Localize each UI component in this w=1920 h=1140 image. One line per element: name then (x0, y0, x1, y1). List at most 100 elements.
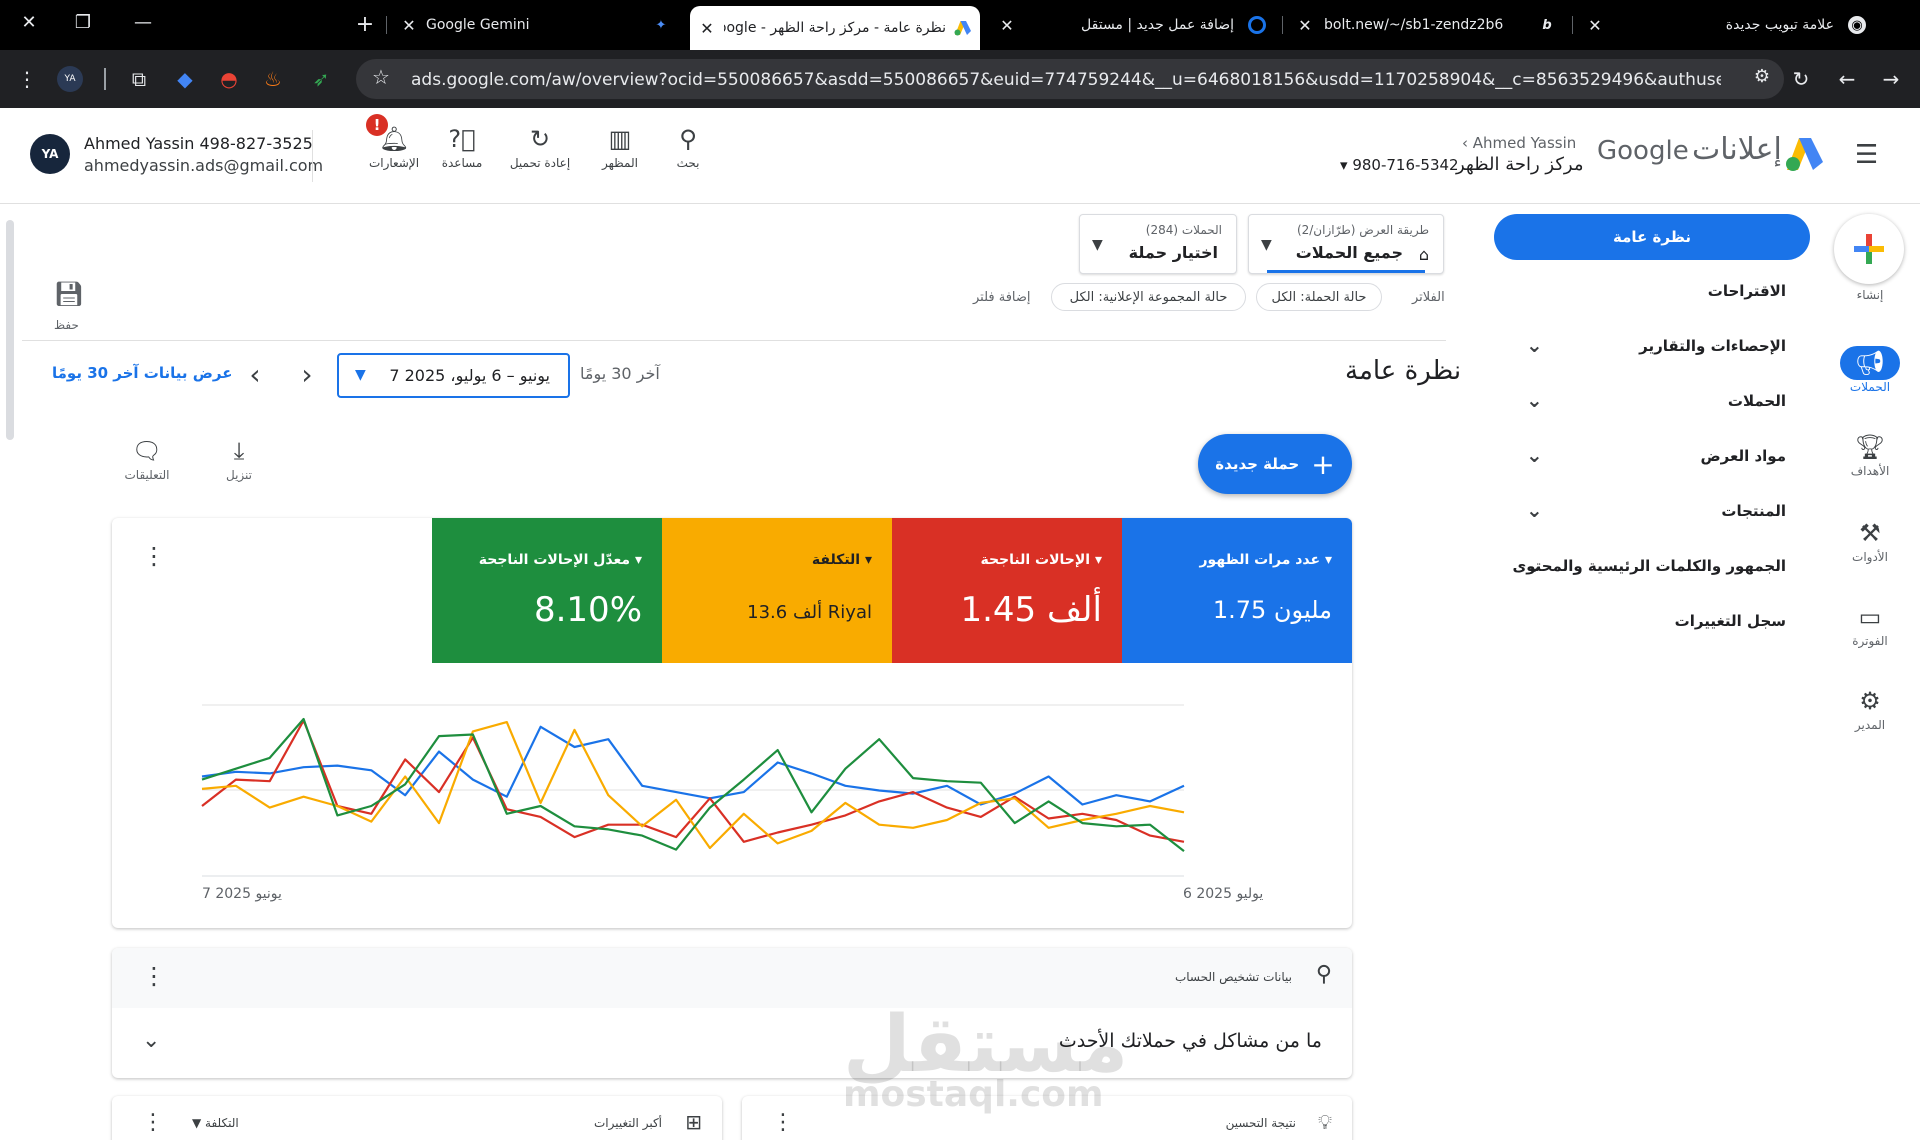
metric-tile-cost[interactable]: التكلفة ▾ 13.6 ألف Riyal (662, 518, 892, 663)
save-icon[interactable]: 💾︎ (52, 280, 86, 308)
tab-close-icon[interactable]: ✕ (696, 19, 718, 38)
tab-new-tab[interactable]: ✕ علامة تبويب جديدة ◉ (1584, 8, 1874, 42)
more-vert-icon[interactable]: ⋮ (142, 1110, 164, 1135)
metric-tile-conversions[interactable]: الإحالات الناجحة ▾ 1.45 ألف (892, 518, 1122, 663)
cost-dropdown[interactable]: ▼ التكلفة (192, 1116, 239, 1130)
forward-arrow-icon[interactable]: → (1876, 64, 1906, 94)
rail-create-label[interactable]: إنشاء (1820, 288, 1920, 302)
extension-fire-icon[interactable]: ♨ (258, 64, 288, 94)
nav-item-campaigns[interactable]: ⌄ الحملات (1516, 388, 1786, 418)
chevron-down-icon[interactable]: ⌄ (1526, 333, 1543, 357)
tab-title: Google Gemini (426, 17, 530, 33)
hamburger-menu-icon[interactable]: ☰ (1855, 140, 1878, 170)
rail-label: الحملات (1849, 380, 1891, 394)
window-minimize-icon[interactable]: — (130, 12, 156, 33)
browser-toolbar: ⋮ YA ⧉ ◆ ◓ ♨ ➶ ☆ ads.google.com/aw/overv… (0, 50, 1920, 108)
help-circle-icon: ?⃝ (448, 125, 476, 153)
metric-value: 1.45 ألف (960, 590, 1102, 630)
dropdown-arrow-icon: ▼ (1092, 237, 1103, 253)
chevron-down-icon[interactable]: ⌄ (1526, 443, 1543, 467)
new-tab-icon[interactable]: + (352, 12, 378, 37)
extension-pokeball-icon[interactable]: ◓ (214, 64, 244, 94)
browser-menu-icon[interactable]: ⋮ (12, 64, 42, 94)
rail-item-billing[interactable]: ▭ الفوترة (1820, 600, 1920, 648)
add-filter-button[interactable]: إضافة فلتر (973, 290, 1031, 305)
next-period-icon[interactable]: › (292, 358, 322, 391)
download-button[interactable]: ⤓ تنزيل (204, 434, 274, 482)
page-scrollbar[interactable] (6, 220, 14, 440)
account-switcher-title[interactable]: مركز راحة الظهر (1456, 154, 1583, 175)
chevron-down-icon[interactable]: ⌄ (1526, 498, 1543, 522)
feedback-button[interactable]: 🗨︎ التعليقات (112, 434, 182, 482)
chrome-icon: ◉ (1848, 16, 1866, 34)
bookmark-star-icon[interactable]: ☆ (372, 65, 390, 89)
nav-item-insights-reports[interactable]: ⌄ الإحصاءات والتقارير (1516, 333, 1786, 363)
url-text[interactable]: ads.google.com/aw/overview?ocid=55008665… (411, 70, 1721, 90)
more-vert-icon[interactable]: ⋮ (142, 542, 166, 570)
expand-chevron-icon[interactable]: ⌄ (142, 1028, 160, 1053)
chevron-down-icon[interactable]: ⌄ (1526, 388, 1543, 412)
window-close-icon[interactable]: ✕ (16, 12, 42, 33)
rail-label: الأدوات (1852, 550, 1888, 564)
window-restore-icon[interactable]: ❐ (70, 12, 96, 33)
tab-mostaql[interactable]: ✕ إضافة عمل جديد | مستقل (996, 8, 1274, 42)
series-line-0 (201, 725, 1185, 806)
address-bar[interactable]: ☆ ads.google.com/aw/overview?ocid=550086… (356, 59, 1784, 99)
tab-close-icon[interactable]: ✕ (1584, 16, 1606, 35)
more-vert-icon[interactable]: ⋮ (772, 1110, 794, 1135)
nav-item-products[interactable]: ⌄ المنتجات (1516, 498, 1786, 528)
account-id[interactable]: ▾ 980-716-5342 (1340, 156, 1459, 174)
tab-close-icon[interactable]: ✕ (996, 16, 1018, 35)
gemini-sparkle-icon: ✦ (655, 17, 667, 33)
plus-icon: + (1311, 447, 1335, 481)
filter-chip-adgroup-status[interactable]: حالة المجموعة الإعلانية: الكل (1051, 283, 1246, 311)
account-diagnostics-card: ⋮ بيانات تشخيص الحساب ⚲ ⌄ ما من مشاكل في… (112, 948, 1352, 1078)
mostaql-icon (1248, 16, 1266, 34)
new-campaign-button[interactable]: حملة جديدة + (1198, 434, 1352, 494)
search-button[interactable]: ⚲ بحث (648, 122, 728, 170)
rail-item-tools[interactable]: ⚒ الأدوات (1820, 516, 1920, 564)
tab-close-icon[interactable]: ✕ (1294, 16, 1316, 35)
account-avatar[interactable]: YA (30, 134, 70, 174)
extension-rocket-icon[interactable]: ➶ (306, 64, 336, 94)
extensions-puzzle-icon[interactable]: ⧉ (124, 64, 154, 94)
search-label: بحث (676, 156, 700, 170)
refresh-label: إعادة تحميل (509, 156, 571, 170)
search-icon: ⚲ (679, 125, 697, 153)
more-vert-icon[interactable]: ⋮ (142, 962, 166, 990)
metric-tile-conversion-rate[interactable]: معدّل الإحالات الناجحة ▾ 8.10% (432, 518, 662, 663)
date-range-picker[interactable]: 7 يونيو – 6 يوليو، 2025 ▼ (337, 353, 570, 398)
nav-item-assets[interactable]: ⌄ مواد العرض (1516, 443, 1786, 473)
view-last-30-days-link[interactable]: عرض بيانات آخر 30 يومًا (52, 364, 233, 382)
lightbulb-icon: 💡︎ (1318, 1110, 1332, 1134)
tab-bolt[interactable]: ✕ bolt.new/~/sb1-zendz2b6 b (1294, 8, 1564, 42)
rail-item-goals[interactable]: 🏆︎ الأهداف (1820, 430, 1920, 478)
tab-gemini[interactable]: ✕ Google Gemini ✦ (398, 8, 678, 42)
rail-item-admin[interactable]: ⚙ المدير (1820, 684, 1920, 732)
refresh-button[interactable]: ↻ إعادة تحميل (500, 122, 580, 170)
watermark-subtext: mostaql.com (843, 1074, 1104, 1115)
metric-tile-impressions[interactable]: عدد مرات الظهور ▾ 1.75 مليون (1122, 518, 1352, 663)
rail-item-campaigns[interactable]: 📢︎ الحملات (1820, 346, 1920, 394)
campaign-selector[interactable]: الحملات (284) اختيار حملة ▼ (1079, 214, 1237, 274)
filter-chip-campaign-status[interactable]: حالة الحملة: الكل (1256, 283, 1382, 311)
reload-icon[interactable]: ↻ (1786, 64, 1816, 94)
nav-item-audiences-keywords[interactable]: ⌄ الجمهور والكلمات الرئيسية والمحتوى (1512, 553, 1786, 583)
profile-avatar[interactable]: YA (57, 66, 83, 92)
account-switcher-name[interactable]: ‹ Ahmed Yassin (1462, 134, 1576, 152)
create-button[interactable] (1834, 214, 1904, 284)
metric-value: 8.10% (533, 590, 642, 630)
metric-value: 1.75 مليون (1212, 596, 1332, 624)
nav-item-overview[interactable]: نظرة عامة (1494, 214, 1810, 260)
megaphone-icon: 📢︎ (1840, 346, 1900, 380)
nav-item-change-history[interactable]: سجل التغييرات (1516, 608, 1786, 638)
site-settings-icon[interactable]: ⚙ (1754, 66, 1770, 87)
tab-close-icon[interactable]: ✕ (398, 16, 420, 35)
extension-tag-icon[interactable]: ◆ (170, 64, 200, 94)
previous-period-icon[interactable]: ‹ (240, 358, 270, 391)
back-arrow-icon[interactable]: ← (1832, 64, 1862, 94)
help-button[interactable]: ?⃝ مساعدة (422, 122, 502, 170)
tab-google-ads[interactable]: ✕ نظرة عامة - مركز راحة الظهر - Google (690, 6, 980, 50)
view-selector[interactable]: طريقة العرض (طرّازان/2) ⌂ جميع الحملات ▼ (1248, 214, 1444, 274)
nav-item-recommendations[interactable]: الاقتراحات (1516, 278, 1786, 308)
